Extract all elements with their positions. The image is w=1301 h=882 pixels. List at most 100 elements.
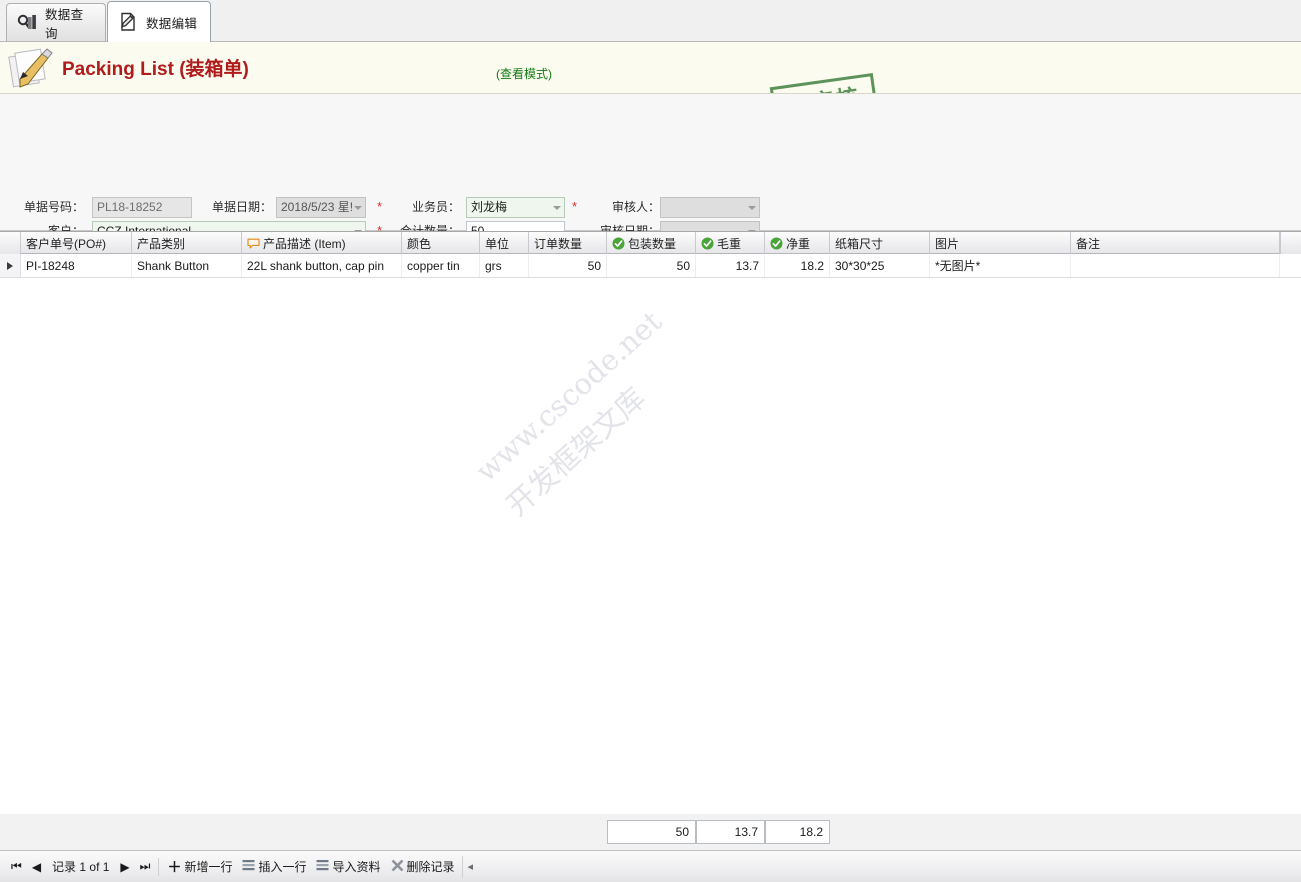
nav-first-button[interactable]: ⏮ bbox=[6, 856, 27, 878]
view-mode-label: (查看模式) bbox=[496, 67, 552, 81]
page-title-en: Packing List bbox=[62, 59, 174, 80]
page-title: Packing List (装箱单) bbox=[62, 54, 249, 81]
doc-no-input[interactable]: PL18-18252 bbox=[92, 197, 192, 218]
grid-column-header-0[interactable]: 客户单号(PO#) bbox=[21, 232, 132, 254]
total-box-1: 13.7 bbox=[696, 820, 765, 844]
grid-header-filler bbox=[1280, 232, 1301, 254]
check-circle-icon bbox=[770, 237, 783, 250]
chevron-down-icon[interactable] bbox=[748, 206, 756, 210]
doc-date-input[interactable]: 2018/5/23 星! bbox=[276, 197, 366, 218]
check-circle-icon bbox=[612, 237, 625, 250]
nav-separator-1 bbox=[158, 857, 160, 876]
plus-icon: ＋ bbox=[167, 858, 182, 875]
nav-more-button[interactable]: ◂ bbox=[461, 855, 479, 878]
grid-column-header-label: 纸箱尺寸 bbox=[835, 236, 884, 251]
tab-data-query[interactable]: 数据查询 bbox=[6, 3, 106, 41]
auditor-label: 审核人： bbox=[611, 200, 660, 214]
total-box-2: 18.2 bbox=[765, 820, 830, 844]
grid-cell-6[interactable]: 50 bbox=[607, 254, 696, 277]
insert-row-label: 插入一行 bbox=[258, 860, 307, 874]
grid-column-header-3[interactable]: 颜色 bbox=[402, 232, 480, 254]
page-banner: Packing List (装箱单) 未审核 bbox=[0, 42, 1301, 94]
grid-cell-2[interactable]: 22L shank button, cap pin bbox=[242, 254, 402, 277]
totals-bar: 50 13.7 18.2 bbox=[0, 814, 1301, 850]
pen-document-icon bbox=[8, 45, 58, 91]
packing-list-window: 数据查询 数据编辑 Packing List (装箱单) (查看模式) 单据号码… bbox=[0, 0, 1301, 882]
grid-column-header-1[interactable]: 产品类别 bbox=[132, 232, 242, 254]
grid-column-header-5[interactable]: 订单数量 bbox=[529, 232, 607, 254]
grid-column-header-2[interactable]: 产品描述 (Item) bbox=[242, 232, 402, 254]
grid-column-header-label: 净重 bbox=[786, 236, 811, 251]
total-box-0: 50 bbox=[607, 820, 696, 844]
import-label: 导入资料 bbox=[332, 860, 381, 874]
document-form: 单据号码： PL18-18252 单据日期： 2018/5/23 星! * 业务… bbox=[0, 94, 1301, 320]
grid-cell-10[interactable]: *无图片* bbox=[930, 254, 1071, 277]
tab-strip: 数据查询 数据编辑 bbox=[0, 0, 1301, 42]
current-row-arrow-icon bbox=[7, 261, 13, 270]
add-row-button[interactable]: ＋ 新增一行 bbox=[162, 856, 237, 878]
doc-date-required-mark: * bbox=[377, 199, 383, 214]
delete-record-button[interactable]: 删除记录 bbox=[386, 856, 460, 878]
import-data-button[interactable]: 导入资料 bbox=[311, 856, 385, 878]
doc-date-label: 单据日期： bbox=[211, 200, 272, 214]
table-row[interactable]: PI-18248 Shank Button 22L shank button, ca… bbox=[0, 254, 1301, 278]
grid-column-header-label: 客户单号(PO#) bbox=[26, 236, 107, 251]
grid-cell-3[interactable]: copper tin bbox=[402, 254, 480, 277]
grid-column-header-label: 颜色 bbox=[407, 236, 432, 251]
salesman-label: 业务员： bbox=[411, 200, 460, 214]
tab-data-edit[interactable]: 数据编辑 bbox=[107, 1, 211, 42]
grid-column-header-4[interactable]: 单位 bbox=[480, 232, 529, 254]
grid-corner-cell bbox=[0, 232, 21, 254]
grid-column-header-label: 产品类别 bbox=[137, 236, 186, 251]
grid-column-header-label: 订单数量 bbox=[534, 236, 583, 251]
doc-no-label: 单据号码： bbox=[23, 200, 84, 214]
row-indicator bbox=[0, 254, 21, 277]
grid-cell-1[interactable]: Shank Button bbox=[132, 254, 242, 277]
grid-cell-9[interactable]: 30*30*25 bbox=[830, 254, 930, 277]
insert-row-button[interactable]: 插入一行 bbox=[237, 856, 311, 878]
doc-date-value: 2018/5/23 星! bbox=[281, 200, 354, 214]
add-row-label: 新增一行 bbox=[184, 860, 233, 874]
grid-column-header-9[interactable]: 纸箱尺寸 bbox=[830, 232, 930, 254]
close-x-icon bbox=[391, 859, 404, 875]
page-title-cn: (装箱单) bbox=[179, 59, 249, 80]
grid-cell-7[interactable]: 13.7 bbox=[696, 254, 765, 277]
record-counter-label: 记录 1 of 1 bbox=[52, 860, 110, 874]
grid-column-header-7[interactable]: 毛重 bbox=[696, 232, 765, 254]
check-circle-icon bbox=[701, 237, 714, 250]
tab-data-edit-label: 数据编辑 bbox=[146, 16, 198, 31]
auditor-input[interactable] bbox=[660, 197, 760, 218]
insert-rows-icon bbox=[242, 859, 255, 875]
grid-cell-11[interactable] bbox=[1071, 254, 1280, 277]
grid-column-header-10[interactable]: 图片 bbox=[930, 232, 1071, 254]
grid-column-header-6[interactable]: 包装数量 bbox=[607, 232, 696, 254]
salesman-required-mark: * bbox=[572, 199, 578, 214]
edit-document-icon bbox=[117, 11, 139, 33]
grid-column-header-label: 产品描述 (Item) bbox=[263, 236, 346, 251]
salesman-input[interactable]: 刘龙梅 bbox=[466, 197, 565, 218]
nav-prev-button[interactable]: ◀ bbox=[27, 856, 46, 878]
chevron-down-icon[interactable] bbox=[553, 206, 561, 210]
salesman-value: 刘龙梅 bbox=[471, 200, 508, 214]
chevron-down-icon[interactable] bbox=[354, 206, 362, 210]
nav-next-button[interactable]: ▶ bbox=[115, 856, 134, 878]
grid-column-header-label: 包装数量 bbox=[628, 236, 677, 251]
grid-column-header-label: 备注 bbox=[1076, 236, 1101, 251]
grid-column-header-11[interactable]: 备注 bbox=[1071, 232, 1280, 254]
comment-icon bbox=[247, 237, 260, 250]
grid-column-header-8[interactable]: 净重 bbox=[765, 232, 830, 254]
grid-column-header-label: 单位 bbox=[485, 236, 510, 251]
delete-label: 删除记录 bbox=[406, 860, 455, 874]
grid-cell-0[interactable]: PI-18248 bbox=[21, 254, 132, 277]
grid-cell-8[interactable]: 18.2 bbox=[765, 254, 830, 277]
import-rows-icon bbox=[316, 859, 329, 875]
grid-column-header-label: 图片 bbox=[935, 236, 960, 251]
grid-cell-4[interactable]: grs bbox=[480, 254, 529, 277]
nav-last-button[interactable]: ⏭ bbox=[135, 856, 156, 878]
grid-header-row: 客户单号(PO#) 产品类别 产品描述 (Item) 颜色 单位 订单数量 包装数量 毛重 净重… bbox=[0, 232, 1301, 254]
grid-cell-5[interactable]: 50 bbox=[529, 254, 607, 277]
status-stamp-unaudited: 未审核 bbox=[769, 72, 879, 93]
grid-column-header-label: 毛重 bbox=[717, 236, 742, 251]
detail-grid: 客户单号(PO#) 产品类别 产品描述 (Item) 颜色 单位 订单数量 包装数量 毛重 净重… bbox=[0, 231, 1301, 814]
search-chart-icon bbox=[16, 12, 38, 34]
